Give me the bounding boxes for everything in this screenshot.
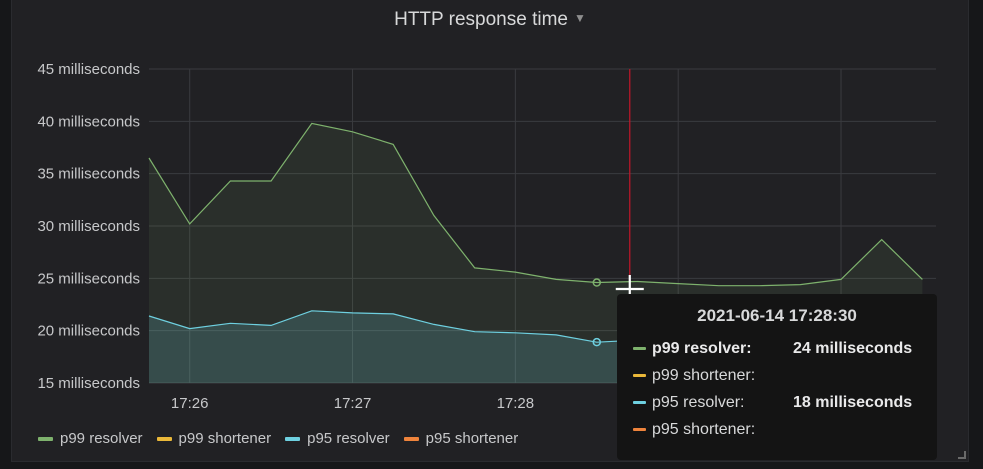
tooltip-row-p99-resolver: p99 resolver: 24 milliseconds (633, 335, 921, 362)
tooltip-row-p99-shortener: p99 shortener: (633, 362, 921, 389)
x-tick-label: 17:26 (171, 395, 209, 412)
tooltip-series-name: p95 shortener: (652, 420, 756, 438)
legend-label[interactable]: p99 shortener (179, 430, 272, 447)
tooltip-series-value: 18 milliseconds (793, 393, 913, 411)
tooltip-series-name: p99 resolver: (652, 339, 752, 357)
graph-tooltip: 2021-06-14 17:28:30 p99 resolver: 24 mil… (617, 294, 937, 460)
y-tick-label: 30 milliseconds (37, 218, 140, 235)
tooltip-row-p95-resolver: p95 resolver: 18 milliseconds (633, 389, 921, 416)
legend-swatch (156, 436, 172, 441)
tooltip-series-value: 24 milliseconds (793, 339, 913, 357)
legend-label[interactable]: p95 resolver (307, 430, 390, 447)
legend-label[interactable]: p99 resolver (60, 430, 143, 447)
legend-item-p99-shortener[interactable]: p99 shortener (156, 430, 272, 447)
y-tick-label: 20 milliseconds (37, 323, 140, 340)
tooltip-series-name: p99 shortener: (652, 366, 756, 384)
legend: p99 resolver p99 shortener p95 resolver … (38, 430, 518, 447)
y-tick-label: 45 milliseconds (37, 61, 140, 78)
legend-item-p99-resolver[interactable]: p99 resolver (38, 430, 143, 447)
tooltip-swatch (633, 428, 646, 431)
tooltip-swatch (633, 401, 646, 404)
y-tick-label: 15 milliseconds (37, 375, 140, 392)
tooltip-time: 2021-06-14 17:28:30 (697, 306, 857, 325)
y-tick-label: 40 milliseconds (37, 113, 140, 130)
legend-swatch (285, 436, 301, 441)
y-tick-label: 35 milliseconds (37, 166, 140, 183)
x-tick-label: 17:28 (497, 395, 535, 412)
legend-item-p95-resolver[interactable]: p95 resolver (285, 430, 390, 447)
tooltip-swatch (633, 374, 646, 377)
x-tick-label: 17:27 (334, 395, 372, 412)
legend-label[interactable]: p95 shortener (426, 430, 519, 447)
legend-swatch (38, 436, 53, 441)
y-tick-label: 25 milliseconds (37, 270, 140, 287)
tooltip-series-name: p95 resolver: (652, 393, 745, 411)
tooltip-row-p95-shortener: p95 shortener: (633, 416, 921, 443)
legend-swatch (403, 436, 419, 441)
tooltip-swatch (633, 347, 646, 350)
legend-item-p95-shortener[interactable]: p95 shortener (403, 430, 519, 447)
